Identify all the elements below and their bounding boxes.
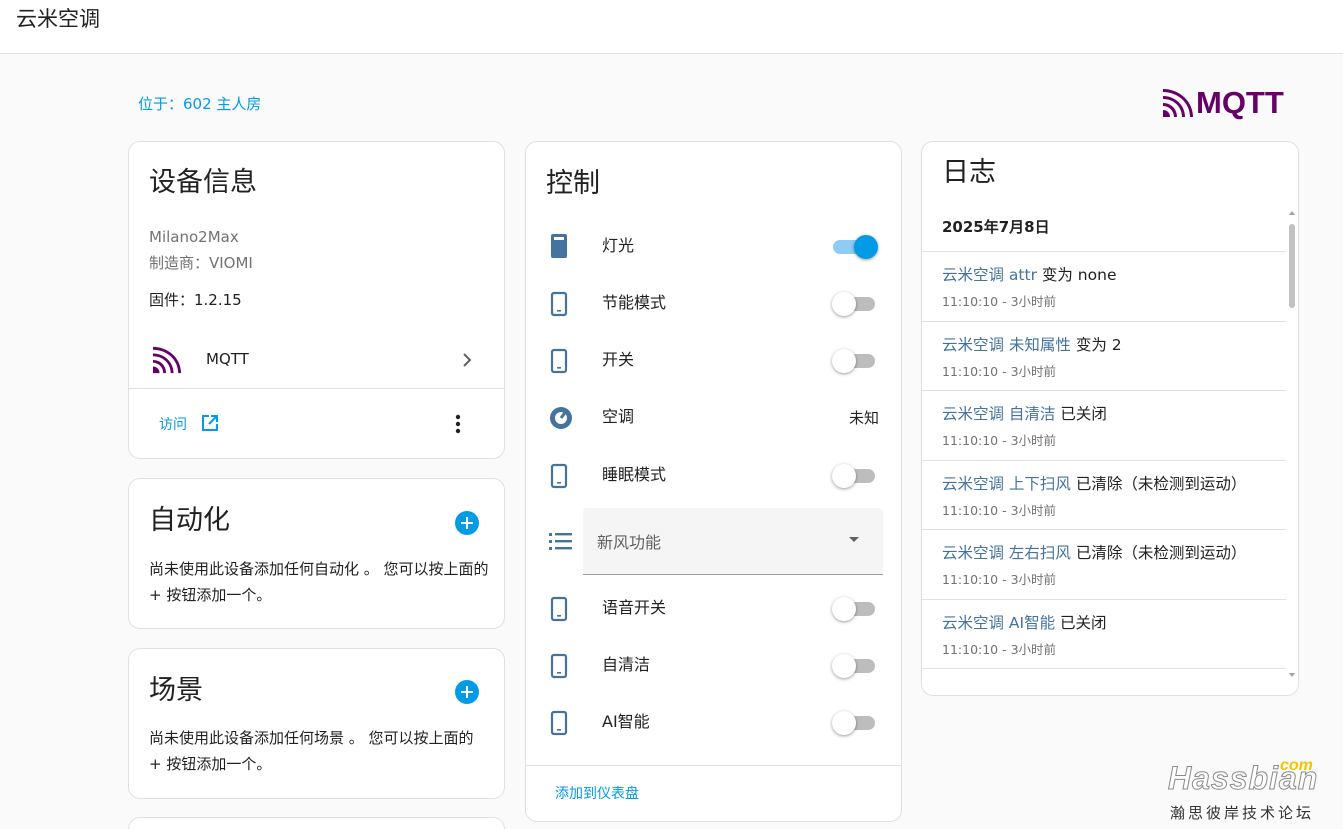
more-vert-icon[interactable] [449,412,467,436]
scene-title: 场景 [149,675,203,706]
device-model: Milano2Max [149,228,239,246]
log-entry[interactable]: 云米空调 自清洁 已关闭 11:10:10 - 3小时前 [922,390,1286,460]
control-label-sleep-mode: 睡眠模式 [602,465,667,484]
add-to-dashboard-button[interactable]: 添加到仪表盘 [555,783,639,803]
script-card [128,817,505,829]
device-info-title: 设备信息 [149,167,257,198]
cellphone-icon [550,710,568,736]
self-clean-toggle[interactable] [832,654,877,678]
air-conditioner-icon [551,234,567,258]
log-entry[interactable]: 云米空调 左右扫风 已清除（未检测到运动） 11:10:10 - 3小时前 [922,529,1286,599]
mqtt-icon [153,346,181,374]
log-entity-link[interactable]: 云米空调 自清洁 [942,405,1055,423]
log-message: 变为 none [1036,266,1117,284]
climate-state[interactable]: 未知 [849,407,879,428]
log-entry[interactable]: 云米空调 attr 变为 none 11:10:10 - 3小时前 [922,251,1286,321]
automation-card: 自动化 尚未使用此设备添加任何自动化 。 您可以按上面的 + 按钮添加一个。 [128,478,505,629]
watermark-suffix: com [1280,757,1313,774]
top-app-bar: 云米空调 [0,0,1343,54]
page-title: 云米空调 [16,7,100,31]
visit-button[interactable]: 访问 [151,410,231,440]
light-toggle[interactable] [833,235,878,259]
integration-label: MQTT [206,350,249,368]
cellphone-icon [550,348,568,374]
card-divider [526,765,901,766]
log-time: 11:10:10 - 3小时前 [942,642,1057,657]
chevron-right-icon [463,353,472,367]
log-time: 11:10:10 - 3小时前 [942,294,1057,309]
device-info-card: 设备信息 Milano2Max 制造商：VIOMI 固件：1.2.15 MQTT… [128,141,505,459]
cellphone-icon [550,596,568,622]
log-entry[interactable]: 云米空调 上下扫风 已清除（未检测到运动） 11:10:10 - 3小时前 [922,460,1286,530]
device-manufacturer: 制造商：VIOMI [149,254,253,272]
log-message: 已清除（未检测到运动） [1070,544,1247,562]
fresh-air-select[interactable]: 新风功能 [583,508,883,575]
log-entity-link[interactable]: 云米空调 上下扫风 [942,475,1071,493]
voice-switch-toggle[interactable] [832,597,877,621]
log-entity-link[interactable]: 云米空调 attr [942,266,1037,284]
log-entity-link[interactable]: 云米空调 未知属性 [942,336,1071,354]
mqtt-logo: MQTT [1163,85,1284,120]
log-message: 已清除（未检测到运动） [1070,475,1247,493]
open-in-new-icon [202,415,218,431]
logbook-card: 日志 2025年7月8日 云米空调 attr 变为 none 11:10:10 … [921,141,1299,696]
switch-toggle[interactable] [832,349,877,373]
integration-row-mqtt[interactable]: MQTT [129,336,504,384]
log-entity-link[interactable]: 云米空调 AI智能 [942,614,1055,632]
visit-label: 访问 [159,417,187,433]
logbook-title: 日志 [942,157,996,188]
sleep-mode-toggle[interactable] [832,464,877,488]
add-scene-icon[interactable] [455,680,479,704]
control-label-self-clean: 自清洁 [602,655,651,674]
device-firmware: 固件：1.2.15 [149,291,242,309]
cellphone-icon [550,653,568,679]
control-label-energy-saving: 节能模式 [602,293,667,312]
control-label-ai-smart: AI智能 [602,712,650,731]
controls-title: 控制 [546,168,600,199]
thermostat-icon [550,407,572,429]
log-time: 11:10:10 - 3小时前 [942,433,1057,448]
card-divider [129,388,504,389]
energy-saving-toggle[interactable] [832,292,877,316]
log-message: 变为 2 [1070,336,1122,354]
log-entity-link[interactable]: 云米空调 左右扫风 [942,544,1071,562]
area-link[interactable]: 位于：602 主人房 [138,93,261,114]
arrow-drop-down-icon [849,537,859,542]
watermark-subtitle: 瀚思彼岸技术论坛 [1170,804,1315,822]
control-label-climate: 空调 [602,407,635,426]
automation-title: 自动化 [149,505,230,536]
format-list-icon [549,533,572,550]
cellphone-icon [550,463,568,489]
controls-card: 控制 灯光 节能模式 开关 空调 未知 睡眠模式 新风功能 语音开关 自清洁 A… [525,141,902,822]
log-time: 11:10:10 - 3小时前 [942,364,1057,379]
control-label-switch: 开关 [602,350,635,369]
log-message: 已关闭 [1055,614,1107,632]
mqtt-waves-icon [1163,89,1193,117]
log-time: 11:10:10 - 3小时前 [942,572,1057,587]
scrollbar-thumb[interactable] [1289,224,1295,308]
log-entry[interactable]: 云米空调 未知属性 变为 2 11:10:10 - 3小时前 [922,321,1286,391]
scroll-up-arrow-icon [1289,211,1295,215]
control-label-voice-switch: 语音开关 [602,598,667,617]
mqtt-wordmark: MQTT [1196,85,1284,120]
scene-card: 场景 尚未使用此设备添加任何场景 。 您可以按上面的 + 按钮添加一个。 [128,648,505,799]
ai-smart-toggle[interactable] [832,711,877,735]
forum-watermark: Hassbian com 瀚思彼岸技术论坛 [1166,757,1326,824]
scene-empty-text: 尚未使用此设备添加任何场景 。 您可以按上面的 + 按钮添加一个。 [149,729,474,773]
automation-empty-text: 尚未使用此设备添加任何自动化 。 您可以按上面的 + 按钮添加一个。 [149,560,489,604]
log-time: 11:10:10 - 3小时前 [942,503,1057,518]
log-message: 已关闭 [1055,405,1107,423]
log-entry[interactable]: 云米空调 AI智能 已关闭 11:10:10 - 3小时前 [922,599,1286,669]
fresh-air-select-label: 新风功能 [597,533,662,552]
scroll-down-arrow-icon [1289,673,1295,677]
logbook-date: 2025年7月8日 [942,218,1050,236]
logbook-scrollbar[interactable] [1288,210,1296,680]
cellphone-icon [550,291,568,317]
add-automation-icon[interactable] [455,511,479,535]
log-divider [922,668,1286,669]
control-label-light: 灯光 [602,236,635,255]
